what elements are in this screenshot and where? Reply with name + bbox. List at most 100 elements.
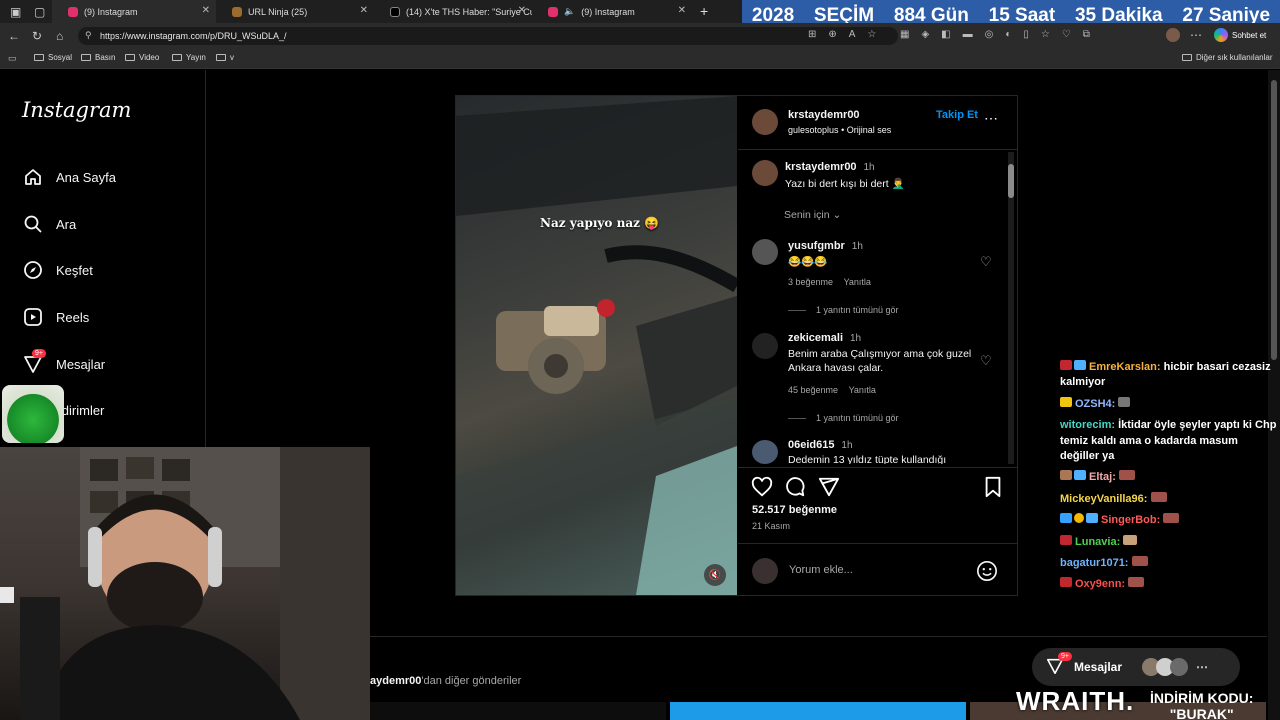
engine-bay-illustration [456,96,737,595]
chevron-down-icon: ⌄ [832,209,842,221]
badge-icon [1060,360,1072,370]
compass-icon [22,259,44,281]
tab-url-ninja[interactable]: URL Ninja (25) ✕ [216,0,374,23]
comment-icon[interactable] [784,476,806,503]
collections-icon[interactable]: ▭ [8,53,17,64]
copilot-chat-button[interactable]: Sohbet et [1214,28,1266,42]
extension-icons[interactable]: ▦◈◧▬◎◐▯☆♡⧉ [900,29,1102,40]
bookmark-folder-yayin[interactable]: Yayın [172,53,206,62]
stream-chat-overlay: EmreKarslan: hicbir basari cezasiz kalmi… [1060,360,1280,599]
comment-avatar[interactable] [752,239,778,265]
like-comment-icon[interactable]: ♡ [980,353,992,369]
home-icon [22,166,44,188]
author-avatar[interactable] [752,109,778,135]
url-input[interactable]: ⚲ https://www.instagram.com/p/DRU_WSuDLA… [78,27,898,45]
sponsor-brand-logo: WRAITH. [1016,686,1135,716]
tab-instagram-2[interactable]: 🔈 (9) Instagram ✕ [532,0,692,23]
close-tab-icon[interactable]: ✕ [202,5,210,16]
like-count[interactable]: 52.517 beğenme [752,504,837,516]
comment-time: 1h [841,440,853,451]
bookmark-folder-basin[interactable]: Basın [81,53,115,62]
caption-avatar[interactable] [752,160,778,186]
bookmark-folder-video[interactable]: Video [125,53,159,62]
add-comment-input[interactable]: Yorum ekle... [789,564,853,576]
comment-avatar[interactable] [752,333,778,359]
address-actions-icons[interactable]: ⊞⊕A☆ [808,29,888,40]
reply-button[interactable]: Yanıtla [849,385,876,395]
tab-label: (14) X'te THS Haber: "Suriye Cum [406,6,532,17]
bookmark-folder-sosyal[interactable]: Sosyal [34,53,72,62]
more-options-icon[interactable]: ⋯ [984,110,998,127]
bookmark-folder-v[interactable]: v [216,53,234,62]
nav-reels[interactable]: Reels [22,305,89,329]
tab-instagram-1[interactable]: (9) Instagram ✕ [52,0,216,23]
tab-x-ths-haber[interactable]: (14) X'te THS Haber: "Suriye Cum ✕ [374,0,532,23]
close-tab-icon[interactable]: ✕ [518,5,526,16]
more-posts-heading[interactable]: aydemr00'dan diğer gönderiler [370,675,521,687]
audio-user: gulesotoplus [788,125,839,135]
own-avatar[interactable] [752,558,778,584]
comment-likes[interactable]: 3 beğenme [788,277,833,287]
follow-button[interactable]: Takip Et [936,109,978,121]
site-info-icon[interactable]: ⚲ [85,30,92,41]
emote-icon [1123,534,1138,545]
comments-scrollbar[interactable] [1008,152,1014,464]
scrollbar-thumb[interactable] [1008,164,1014,198]
sort-for-you-dropdown[interactable]: Senin için ⌄ [784,209,841,221]
nav-label: Mesajlar [56,356,106,372]
more-menu-icon[interactable]: ⋯ [1190,28,1202,42]
like-comment-icon[interactable]: ♡ [980,254,992,270]
view-replies-button[interactable]: 1 yanıtın tümünü gör [788,413,899,423]
badge-icon [1074,513,1084,524]
nav-search[interactable]: Ara [22,212,76,236]
caption-username[interactable]: krstaydemr00 [785,161,857,173]
emoji-icon[interactable] [976,560,998,587]
promo-code-block: İNDİRİM KODU: "BURAK" [1150,690,1253,720]
mute-toggle-icon[interactable]: 🔇 [704,564,726,586]
grid-thumbnail[interactable] [370,702,666,720]
other-bookmarks[interactable]: Diğer sık kullanılanlar [1182,53,1272,62]
save-bookmark-icon[interactable] [983,476,1003,503]
comment-username[interactable]: zekicemali [788,332,843,344]
grid-thumbnail[interactable] [670,702,966,720]
close-tab-icon[interactable]: ✕ [360,5,368,16]
chat-username: witorecim: [1060,419,1116,432]
tab-actions-icon[interactable]: ▢ [34,5,45,19]
workspaces-icon[interactable]: ▣ [10,5,21,19]
nav-explore[interactable]: Keşfet [22,258,93,282]
green-bead-jar-overlay [2,385,64,443]
comment-avatar[interactable] [752,440,778,464]
comment-likes[interactable]: 45 beğenme [788,385,838,395]
url-text: https://www.instagram.com/p/DRU_WSuDLA_/ [100,31,287,41]
url-ninja-favicon-icon [232,6,242,17]
comment-header: zekicemali 1h [788,332,861,344]
share-icon[interactable] [818,476,840,503]
comment-username[interactable]: 06eid615 [788,439,834,451]
back-icon[interactable]: ← [8,29,20,43]
comment-username[interactable]: yusufgmbr [788,240,845,252]
comment-time: 1h [851,241,863,252]
new-tab-button[interactable]: + [700,3,708,19]
profile-avatar[interactable] [1166,28,1180,42]
sort-label: Senin için [784,209,830,221]
author-username[interactable]: krstaydemr00 [788,109,860,121]
more-posts-username[interactable]: aydemr00 [370,675,421,687]
close-tab-icon[interactable]: ✕ [678,5,686,16]
chat-message: MickeyVanilla96: [1060,491,1280,507]
tab-label: URL Ninja (25) [248,6,308,17]
emote-icon [1118,470,1135,481]
post-video[interactable]: Naz yapıyo naz 😝 🔇 [456,96,737,595]
refresh-icon[interactable]: ↻ [32,29,42,43]
home-browser-icon[interactable]: ⌂ [56,29,63,43]
audio-info[interactable]: gulesotoplus • Orijinal ses [788,125,891,135]
nav-label: Keşfet [56,262,93,278]
nav-label: Ara [56,216,77,232]
comment-meta: 45 beğenme Yanıtla [788,385,876,395]
reply-button[interactable]: Yanıtla [844,277,871,287]
instagram-logo[interactable]: Instagram [22,98,131,122]
view-replies-button[interactable]: 1 yanıtın tümünü gör [788,305,899,315]
like-icon[interactable] [751,476,773,503]
page-scrollbar-thumb[interactable] [1271,80,1277,360]
nav-home[interactable]: Ana Sayfa [22,165,116,189]
chat-username: MickeyVanilla96: [1060,492,1148,505]
